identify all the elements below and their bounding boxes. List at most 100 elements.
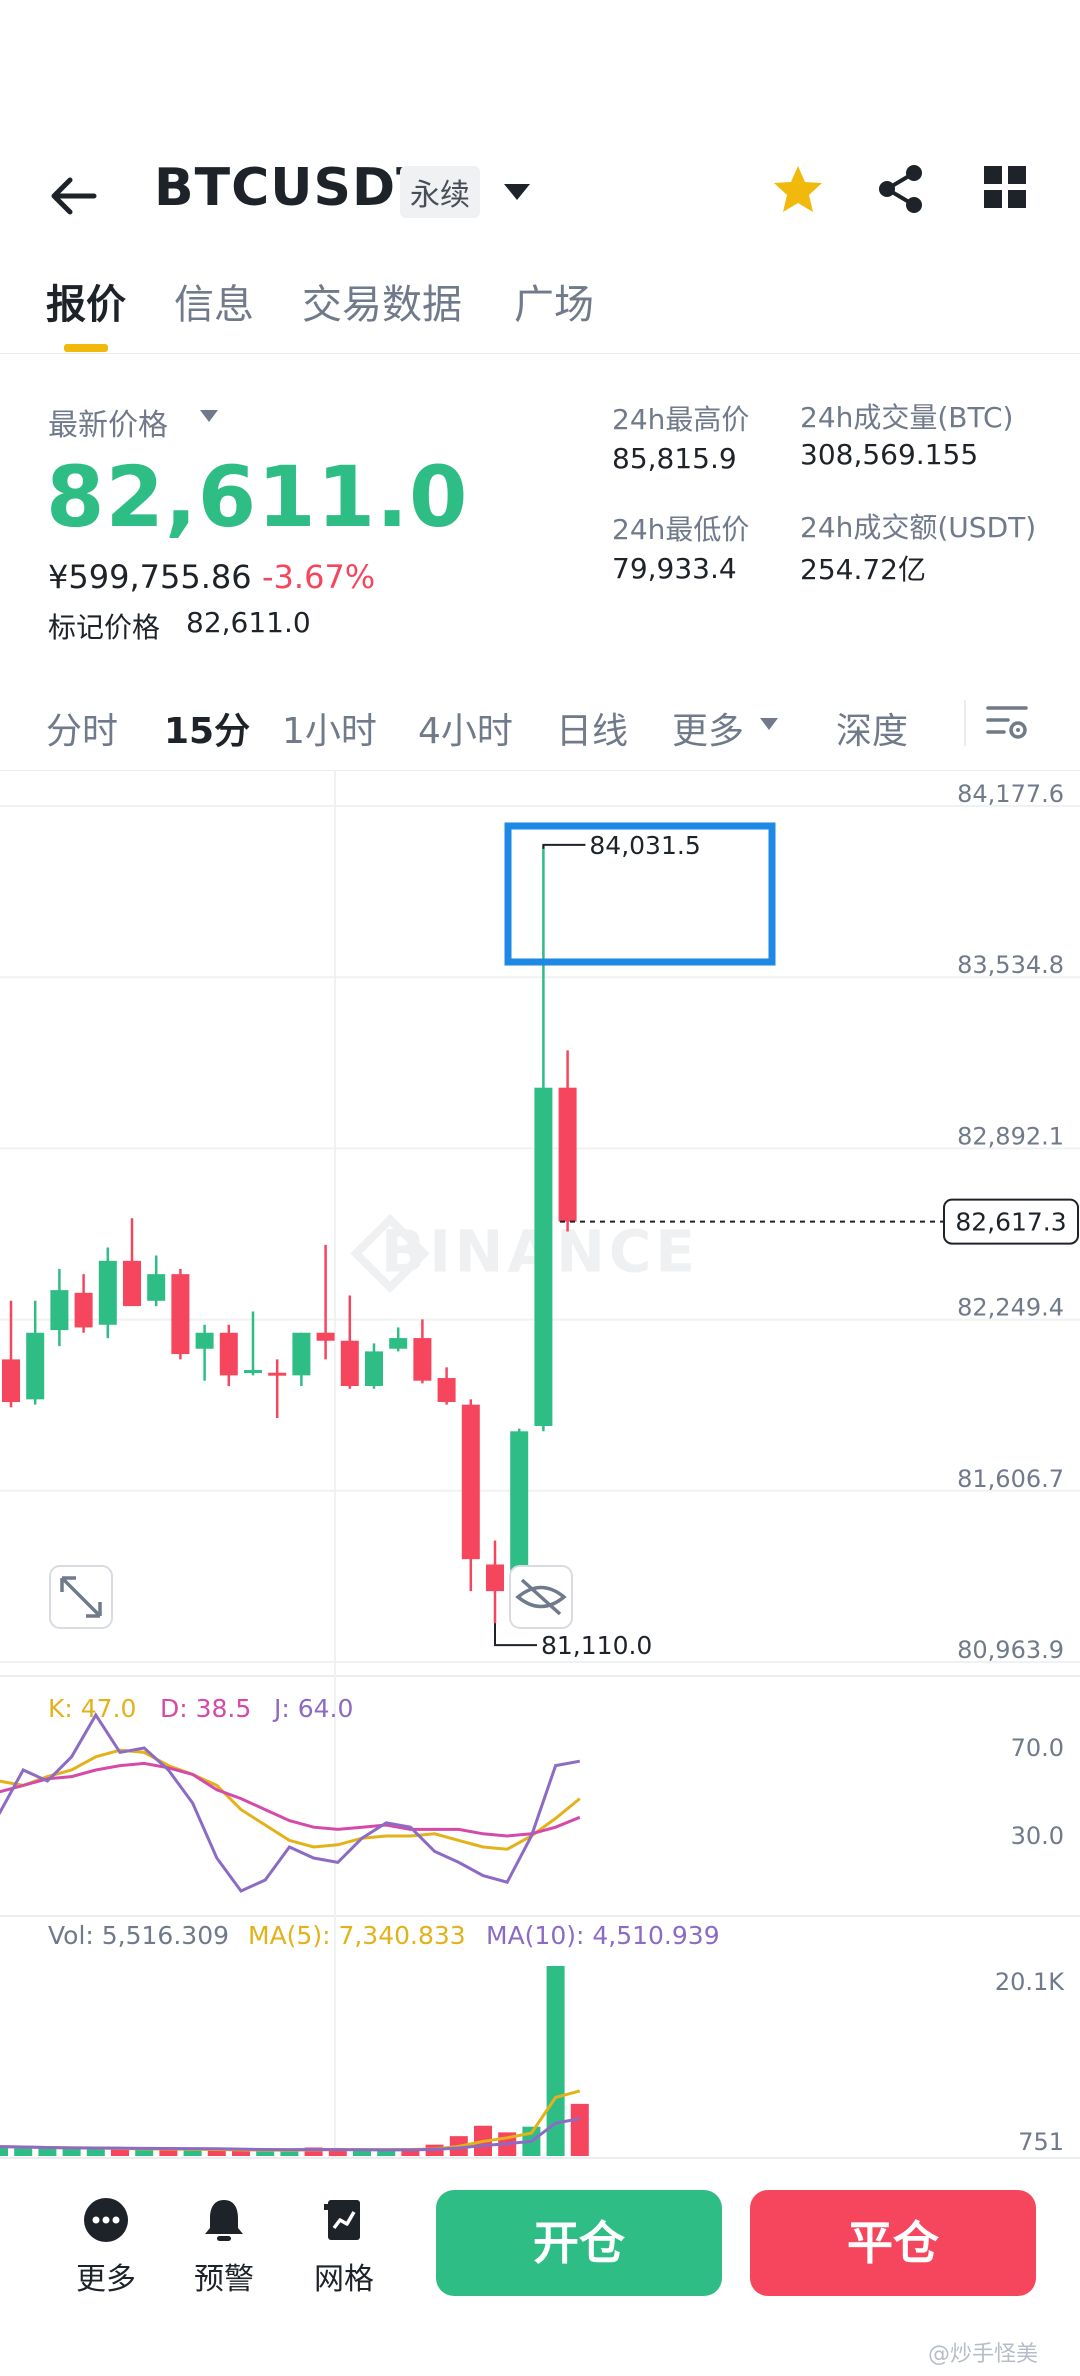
mark-price-value: 82,611.0: [186, 606, 311, 639]
current-price-tag-text: 82,617.3: [955, 1208, 1066, 1237]
candle-body: [195, 1332, 214, 1349]
kdj-axis-label: 30.0: [1011, 1822, 1064, 1850]
volume-usdt-label: 24h成交额(USDT): [800, 511, 1037, 544]
header-bar: BTCUSDT 永续: [0, 140, 1080, 250]
bottom-action-bar: 更多 预警 网格 开仓 平仓 @炒手怪美: [0, 2160, 1080, 2376]
candle-body: [558, 1087, 577, 1222]
bottom-grid-label: 网格: [314, 2262, 374, 2297]
more-icon: [84, 2198, 128, 2242]
volume-ma5-label: MA(5): 7,340.833: [248, 1921, 466, 1950]
price-axis-label: 80,963.9: [957, 1636, 1064, 1664]
symbol-title[interactable]: BTCUSDT: [154, 158, 433, 218]
bell-icon: [205, 2200, 243, 2241]
active-tab-indicator: [64, 344, 108, 352]
candle-body: [2, 1359, 20, 1403]
low-24h-label: 24h最低价: [612, 513, 750, 546]
symbol-dropdown-icon[interactable]: [500, 174, 534, 208]
last-price: 82,611.0: [46, 448, 469, 546]
interval-depth[interactable]: 深度: [836, 702, 908, 754]
open-position-button[interactable]: 开仓: [436, 2190, 722, 2296]
max-price-label: 84,031.5: [589, 831, 700, 860]
volume-label: Vol: 5,516.309: [48, 1921, 230, 1950]
layout-grid-icon[interactable]: [982, 164, 1028, 210]
volume-bar: [38, 2148, 57, 2156]
bottom-grid[interactable]: 网格: [294, 2196, 394, 2298]
bottom-alert-label: 预警: [194, 2262, 254, 2297]
price-type-caret-icon[interactable]: [198, 407, 220, 425]
kdj-d-line: [0, 1761, 581, 1838]
tab-trading-data[interactable]: 交易数据: [302, 272, 462, 330]
kdj-k-label: K: 47.0: [48, 1694, 137, 1723]
chart-settings-icon[interactable]: [984, 700, 1030, 746]
bottom-alert[interactable]: 预警: [174, 2196, 274, 2298]
cny-price: ¥599,755.86: [48, 558, 252, 596]
author-watermark: @炒手怪美: [928, 2342, 1039, 2367]
interval-4h[interactable]: 4小时: [418, 702, 513, 754]
high-24h-label: 24h最高价: [612, 403, 750, 436]
volume-axis-label: 20.1K: [995, 1968, 1065, 1996]
back-arrow-icon[interactable]: [44, 166, 104, 226]
volume-usdt-value: 254.72亿: [800, 553, 926, 586]
volume-ma10-line: [0, 2117, 581, 2152]
tab-quote[interactable]: 报价: [46, 272, 126, 330]
candle-body: [437, 1378, 456, 1403]
candle-body: [26, 1332, 45, 1400]
price-change-percent: -3.67%: [262, 558, 376, 596]
price-axis-label: 84,177.6: [957, 780, 1064, 808]
interval-15m[interactable]: 15分: [164, 702, 250, 754]
tab-info[interactable]: 信息: [174, 272, 254, 330]
mark-price-label: 标记价格: [48, 611, 161, 644]
favorite-star-icon[interactable]: [770, 162, 826, 218]
volume-bar: [570, 2103, 589, 2156]
candle-body: [365, 1351, 383, 1387]
candle-body: [316, 1332, 335, 1341]
volume-axis-label: 751: [1018, 2128, 1064, 2156]
candle-body: [171, 1274, 190, 1355]
candle-body: [340, 1340, 359, 1387]
volume-btc-value: 308,569.155: [800, 438, 979, 471]
candle-body: [486, 1564, 504, 1592]
candle-body: [389, 1338, 408, 1349]
kdj-d-label: D: 38.5: [160, 1694, 252, 1723]
price-axis-label: 82,892.1: [957, 1122, 1064, 1150]
volume-btc-label: 24h成交量(BTC): [800, 401, 1014, 434]
max-price-marker: [542, 843, 586, 849]
candle-body: [292, 1332, 311, 1376]
volume-bar: [207, 2150, 226, 2156]
interval-1h[interactable]: 1小时: [282, 702, 377, 754]
bottom-more-label: 更多: [76, 2262, 136, 2297]
kdj-j-label: J: 64.0: [274, 1694, 354, 1723]
latest-price-label[interactable]: 最新价格: [48, 400, 168, 444]
candle-body: [147, 1274, 166, 1301]
volume-bar: [62, 2148, 81, 2156]
candle-body: [98, 1260, 117, 1325]
tab-square[interactable]: 广场: [514, 272, 594, 330]
price-axis-label: 81,606.7: [957, 1465, 1064, 1493]
contract-type-badge: 永续: [400, 166, 480, 218]
candle-body: [461, 1404, 480, 1560]
candle-body: [219, 1332, 238, 1376]
min-price-label: 81,110.0: [541, 1631, 652, 1660]
close-position-button[interactable]: 平仓: [750, 2190, 1036, 2296]
volume-bar: [14, 2147, 33, 2156]
candle-body: [123, 1260, 141, 1307]
low-24h-value: 79,933.4: [612, 552, 737, 585]
candle-body: [74, 1292, 93, 1328]
kdj-j-line: [0, 1712, 581, 1893]
more-caret-icon[interactable]: [758, 715, 780, 733]
candle-body: [268, 1372, 287, 1376]
share-icon[interactable]: [874, 162, 928, 216]
interval-divider: [964, 700, 966, 746]
candle-body: [50, 1290, 69, 1331]
kdj-axis-label: 70.0: [1011, 1734, 1064, 1762]
interval-1d[interactable]: 日线: [556, 702, 628, 754]
price-axis-label: 83,534.8: [957, 951, 1064, 979]
interval-more[interactable]: 更多: [672, 702, 744, 754]
main-tabs: 报价 信息 交易数据 广场: [0, 262, 1080, 354]
bottom-more[interactable]: 更多: [56, 2196, 156, 2298]
interval-time-share[interactable]: 分时: [46, 702, 118, 754]
candlestick-chart[interactable]: 84,177.6 83,534.8 82,892.1 82,249.4 81,606.7…: [0, 770, 1080, 2160]
price-axis-label: 82,249.4: [957, 1294, 1064, 1322]
volume-ma10-label: MA(10): 4,510.939: [486, 1921, 720, 1950]
volume-ma5-line: [0, 2089, 581, 2152]
